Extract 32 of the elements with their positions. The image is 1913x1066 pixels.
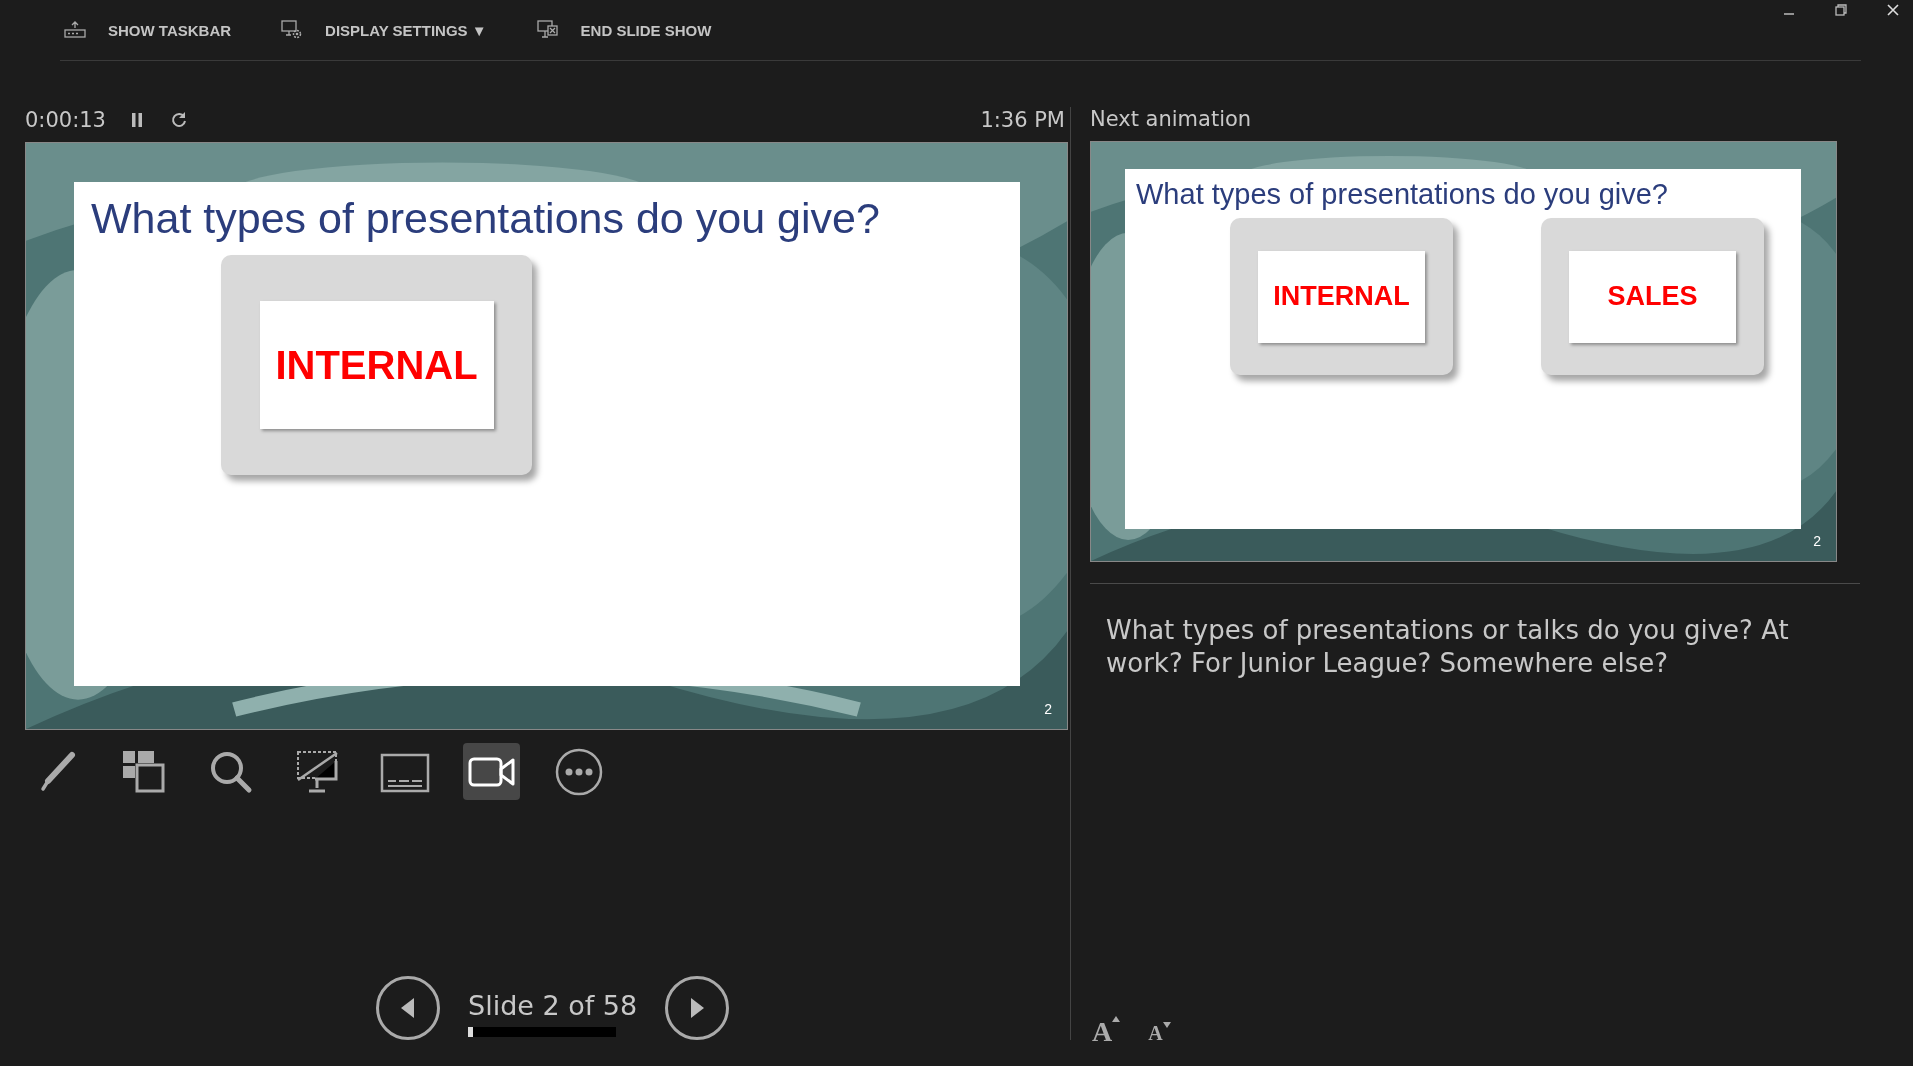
up-triangle-icon [1112, 1016, 1121, 1022]
end-show-icon [536, 20, 559, 40]
slide-number: 2 [1044, 701, 1052, 717]
more-icon [553, 746, 604, 797]
increase-font-button[interactable]: A [1092, 1016, 1121, 1048]
previous-slide-button[interactable] [376, 976, 440, 1040]
decrease-font-button[interactable]: A [1148, 1016, 1171, 1048]
next-slide-button[interactable] [665, 976, 730, 1040]
card-label: SALES [1569, 250, 1736, 343]
clock-time: 1:36 PM [980, 108, 1065, 132]
camera-tool-button[interactable] [463, 743, 520, 800]
slide-title: What types of presentations do you give? [90, 193, 881, 243]
slides-grid-icon [120, 748, 167, 795]
close-icon[interactable] [1887, 4, 1899, 16]
slide-counter: Slide 2 of 58 [468, 989, 638, 1021]
elapsed-time: 0:00:13 [25, 108, 107, 132]
toolbar-button[interactable]: END SLIDE SHOW [536, 20, 712, 40]
reset-icon[interactable] [170, 111, 188, 129]
card-label: INTERNAL [259, 301, 494, 429]
display-gear-icon [281, 20, 304, 40]
slide-number: 2 [1813, 533, 1821, 549]
restore-icon[interactable] [1835, 4, 1847, 16]
toolbar-button[interactable]: SHOW TASKBAR [64, 21, 232, 39]
monitor-slash-icon [294, 748, 341, 795]
down-triangle-icon [1162, 1022, 1171, 1028]
speaker-notes: What types of presentations or talks do you give? At work? For Junior League? Somewhere else? [1105, 614, 1790, 680]
toolbar-button[interactable]: DISPLAY SETTINGS ▼ [281, 20, 487, 40]
next-heading: Next animation [1090, 107, 1253, 133]
slide-title: What types of presentations do you give? [1135, 177, 1669, 211]
card-label: INTERNAL [1258, 250, 1425, 343]
pause-icon[interactable] [130, 112, 144, 128]
taskbar-icon [64, 21, 86, 39]
